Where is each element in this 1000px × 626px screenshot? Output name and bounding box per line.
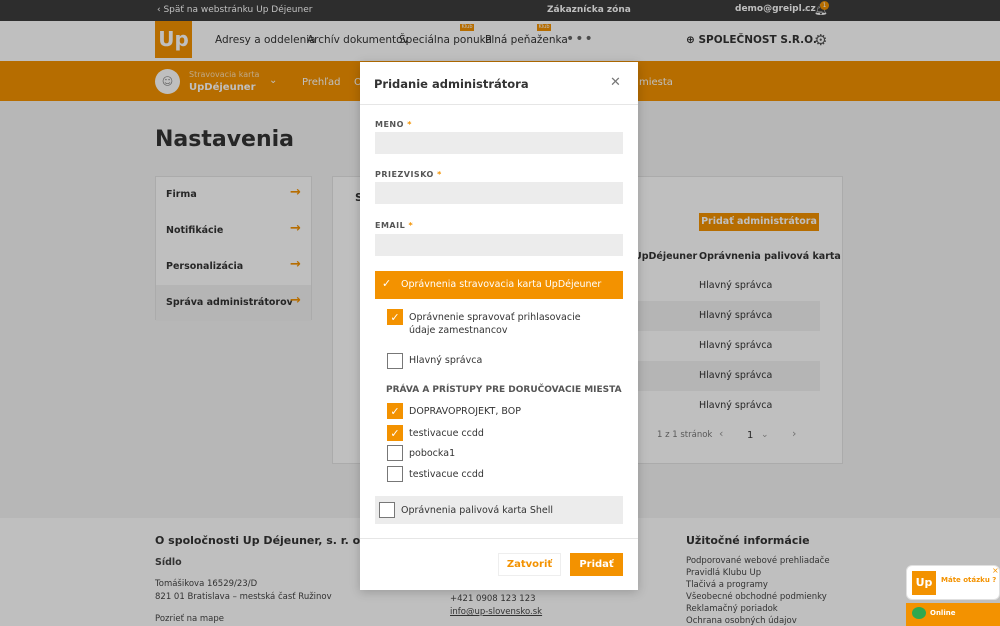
shell-card-permission-row[interactable]: Oprávnenia palivová karta Shell bbox=[375, 496, 623, 524]
online-label: Online bbox=[930, 609, 956, 617]
up-logo: Up bbox=[912, 571, 936, 595]
name-field[interactable] bbox=[375, 132, 623, 154]
shell-card-label: Oprávnenia palivová karta Shell bbox=[401, 505, 554, 516]
chat-question: Máte otázku ? bbox=[941, 576, 997, 584]
add-button[interactable]: Pridať bbox=[570, 553, 623, 576]
email-field[interactable] bbox=[375, 234, 623, 256]
chat-bubble-icon bbox=[912, 607, 926, 619]
email-label: EMAIL * bbox=[375, 221, 414, 230]
login-permission-label: Oprávnenie spravovať prihlasovacie údaje… bbox=[409, 312, 581, 336]
close-button[interactable]: Zatvoriť bbox=[498, 553, 561, 576]
main-admin-checkbox[interactable] bbox=[387, 353, 403, 369]
place-label: testivacue ccdd bbox=[409, 469, 484, 480]
check-icon: ✓ bbox=[382, 277, 392, 290]
online-status-bar[interactable]: Online bbox=[906, 603, 1000, 626]
food-card-permission-toggle[interactable]: ✓ Oprávnenia stravovacia karta UpDéjeune… bbox=[375, 271, 623, 299]
place-label: pobocka1 bbox=[409, 448, 456, 459]
place-label: DOPRAVOPROJEKT, BOP bbox=[409, 406, 521, 417]
place-checkbox[interactable]: ✓ bbox=[387, 425, 403, 441]
surname-label: PRIEZVISKO * bbox=[375, 170, 442, 179]
add-admin-modal: Pridanie administrátora ✕ MENO * PRIEZVI… bbox=[360, 62, 638, 590]
divider bbox=[360, 538, 638, 539]
login-permission-checkbox[interactable]: ✓ bbox=[387, 309, 403, 325]
divider bbox=[360, 104, 638, 105]
place-checkbox[interactable] bbox=[387, 466, 403, 482]
close-icon[interactable]: ✕ bbox=[610, 75, 621, 90]
chat-widget[interactable]: Up Máte otázku ? × bbox=[906, 565, 1000, 600]
main-admin-label: Hlavný správca bbox=[409, 355, 483, 366]
close-icon[interactable]: × bbox=[992, 566, 999, 575]
place-label: testivacue ccdd bbox=[409, 428, 484, 439]
modal-title: Pridanie administrátora bbox=[374, 77, 529, 91]
shell-card-checkbox[interactable] bbox=[379, 502, 395, 518]
food-card-permission-label: Oprávnenia stravovacia karta UpDéjeuner bbox=[401, 279, 602, 290]
place-checkbox[interactable]: ✓ bbox=[387, 403, 403, 419]
surname-field[interactable] bbox=[375, 182, 623, 204]
place-checkbox[interactable] bbox=[387, 445, 403, 461]
delivery-places-section-title: PRÁVA A PRÍSTUPY PRE DORUČOVACIE MIESTA bbox=[386, 385, 622, 395]
name-label: MENO * bbox=[375, 120, 412, 129]
